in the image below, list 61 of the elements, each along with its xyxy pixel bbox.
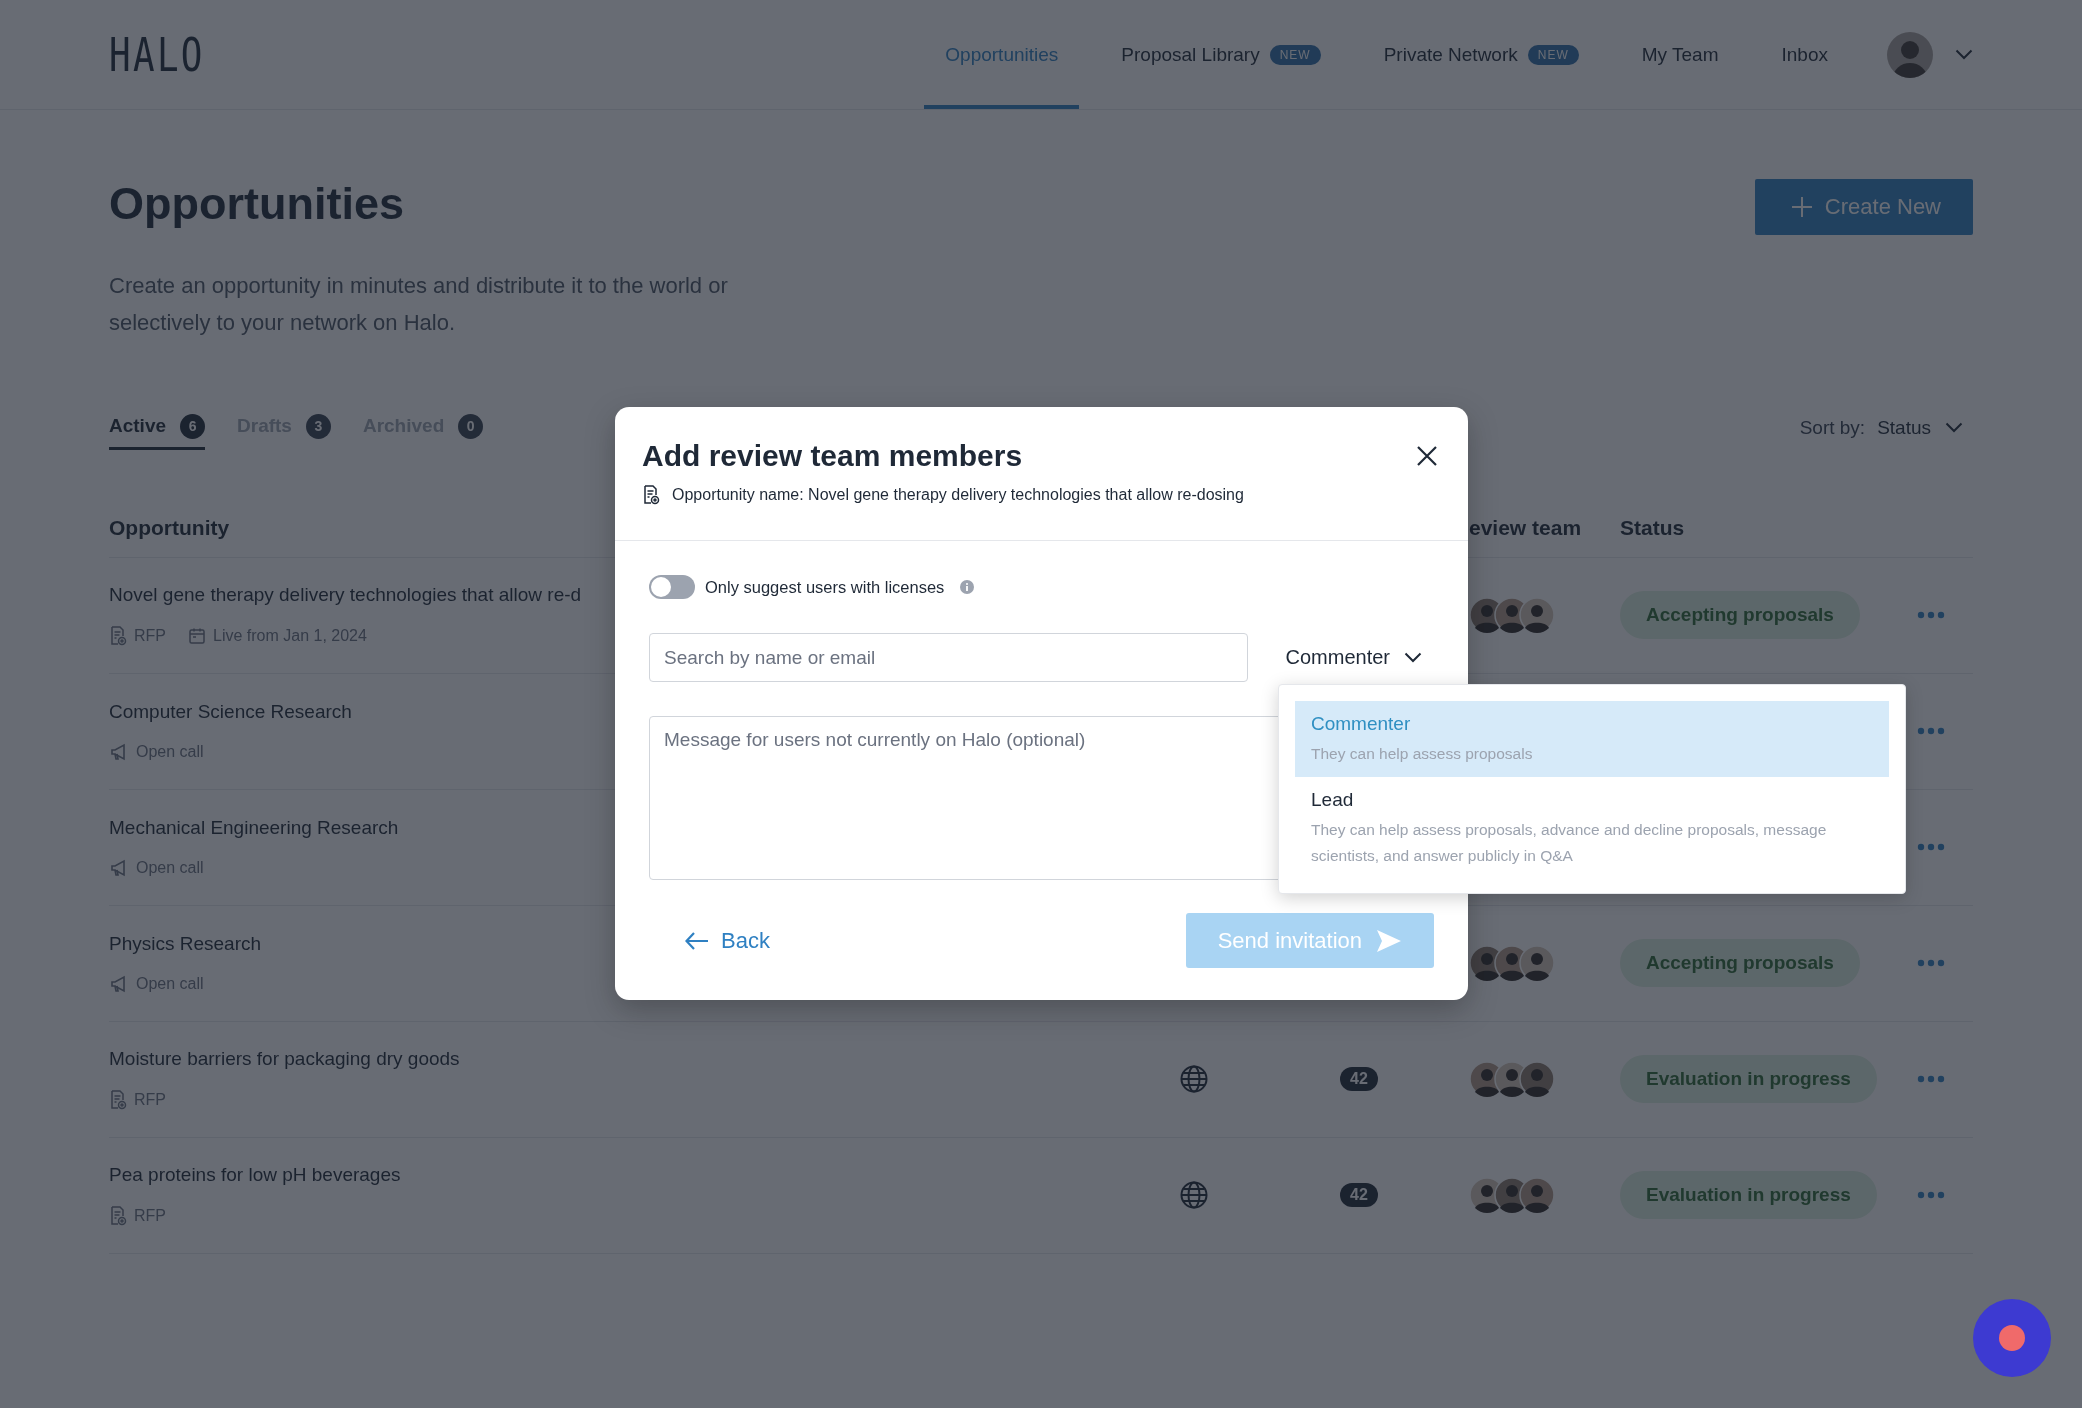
search-field[interactable]: Search by name or email xyxy=(649,633,1248,682)
arrow-left-icon xyxy=(685,931,709,950)
toggle-switch[interactable] xyxy=(649,575,695,599)
plus-icon xyxy=(1790,196,1813,218)
info-icon[interactable] xyxy=(960,580,975,594)
opportunity-name: Opportunity name: Novel gene therapy delivery technologies that allow re-dosing xyxy=(672,486,1244,504)
document-icon xyxy=(109,1090,127,1110)
account-menu-chevron-icon[interactable] xyxy=(1955,49,1973,60)
avatar[interactable] xyxy=(1887,31,1933,78)
nav-tab[interactable]: My Team xyxy=(1620,0,1740,109)
new-badge: NEW xyxy=(1527,44,1579,65)
toggle-label: Only suggest users with licenses xyxy=(705,577,945,597)
count-badge: 42 xyxy=(1340,1183,1378,1207)
more-icon[interactable] xyxy=(1917,727,1945,735)
column-header: eview team xyxy=(1469,515,1583,540)
status-pill: Accepting proposals xyxy=(1620,591,1860,639)
more-icon[interactable] xyxy=(1917,843,1945,851)
modal-title: Add review team members xyxy=(642,439,1023,473)
column-header: Status xyxy=(1620,515,1686,540)
opportunity-title[interactable]: Pea proteins for low pH beverages xyxy=(109,1164,1139,1186)
status-pill: Evaluation in progress xyxy=(1620,1171,1877,1219)
count-badge: 42 xyxy=(1340,1067,1378,1091)
logo[interactable]: HALO xyxy=(109,27,205,82)
back-button[interactable]: Back xyxy=(649,917,806,964)
create-new-button[interactable]: Create New xyxy=(1754,179,1973,235)
avatar xyxy=(1519,597,1555,633)
page-title: Opportunities xyxy=(109,179,405,229)
avatar xyxy=(1519,1177,1555,1213)
close-icon[interactable] xyxy=(1416,445,1438,467)
avatar xyxy=(1519,1061,1555,1097)
nav-tab[interactable]: Private Network NEW xyxy=(1362,0,1600,109)
page-description: Create an opportunity in minutes and distribute it to the world or selectively to your network on Halo. xyxy=(109,271,729,337)
avatar xyxy=(1519,945,1555,981)
document-icon xyxy=(109,626,127,646)
status-pill: Evaluation in progress xyxy=(1620,1055,1877,1103)
nav-tab[interactable]: Inbox xyxy=(1760,0,1849,109)
document-icon xyxy=(109,1206,127,1226)
chevron-down-icon xyxy=(1945,422,1963,433)
sort-dropdown[interactable]: Status xyxy=(1877,416,1963,439)
role-option[interactable]: Commenter They can help assess proposals xyxy=(1295,701,1889,777)
count-badge: 0 xyxy=(458,413,484,439)
nav-tab[interactable]: Proposal Library NEW xyxy=(1100,0,1342,109)
count-badge: 6 xyxy=(180,413,206,439)
new-badge: NEW xyxy=(1269,44,1321,65)
send-icon xyxy=(1376,928,1402,953)
more-icon[interactable] xyxy=(1917,611,1945,619)
role-dropdown[interactable]: Commenter xyxy=(1285,646,1422,669)
sort-label: Sort by: xyxy=(1799,416,1866,439)
more-icon[interactable] xyxy=(1917,1191,1945,1199)
count-badge: 3 xyxy=(305,413,331,439)
chat-button[interactable] xyxy=(1973,1299,2051,1377)
status-pill: Accepting proposals xyxy=(1620,939,1860,987)
chevron-down-icon xyxy=(1404,652,1422,663)
column-header: Opportunity xyxy=(109,515,231,540)
more-icon[interactable] xyxy=(1917,1075,1945,1083)
opportunity-title[interactable]: Moisture barriers for packaging dry goods xyxy=(109,1048,1139,1070)
calendar-icon xyxy=(188,627,206,645)
document-icon xyxy=(642,485,660,505)
filter-tab[interactable]: Active 6 xyxy=(109,413,206,450)
nav-tab[interactable]: Opportunities xyxy=(924,0,1080,109)
more-icon[interactable] xyxy=(1917,959,1945,967)
